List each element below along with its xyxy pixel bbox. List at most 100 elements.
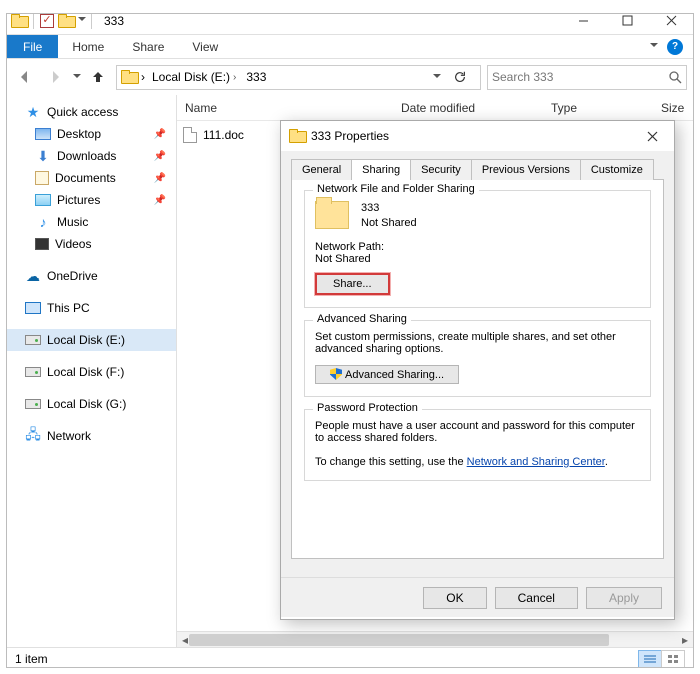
details-view-button[interactable] xyxy=(638,650,662,668)
star-icon: ★ xyxy=(25,104,41,120)
view-tab[interactable]: View xyxy=(178,35,232,58)
share-button[interactable]: Share... xyxy=(315,273,390,295)
tab-page-sharing: Network File and Folder Sharing 333 Not … xyxy=(291,179,664,559)
nav-drive-f[interactable]: Local Disk (F:) xyxy=(7,361,176,383)
address-right xyxy=(433,65,476,89)
refresh-button[interactable] xyxy=(448,65,472,89)
search-icon xyxy=(668,70,682,84)
share-state: Not Shared xyxy=(361,216,417,231)
cancel-button[interactable]: Cancel xyxy=(495,587,578,609)
address-bar[interactable]: › Local Disk (E:)› 333 xyxy=(116,65,481,90)
tab-customize[interactable]: Customize xyxy=(580,159,654,180)
nav-this-pc[interactable]: This PC xyxy=(7,297,176,319)
folder-icon xyxy=(58,14,74,28)
maximize-button[interactable] xyxy=(605,7,649,35)
chevron-down-icon[interactable] xyxy=(433,74,440,81)
file-tab[interactable]: File xyxy=(7,35,58,58)
dialog-title: 333 Properties xyxy=(311,129,389,143)
download-icon: ⬇ xyxy=(35,148,51,164)
breadcrumb-seg[interactable]: 333 xyxy=(243,70,269,84)
dialog-footer: OK Cancel Apply xyxy=(281,577,674,617)
folder-icon xyxy=(121,70,137,84)
drive-icon xyxy=(25,367,41,377)
chevron-down-icon[interactable] xyxy=(650,43,657,50)
window-controls xyxy=(561,7,693,35)
group-legend: Advanced Sharing xyxy=(313,313,411,325)
share-row: 333 Not Shared xyxy=(315,201,640,231)
tab-sharing[interactable]: Sharing xyxy=(351,159,411,180)
nav-desktop[interactable]: Desktop📌 xyxy=(7,123,176,145)
horizontal-scrollbar[interactable]: ◂ ▸ xyxy=(177,631,693,647)
address-row: › Local Disk (E:)› 333 Search 333 xyxy=(7,59,693,95)
network-sharing-center-link[interactable]: Network and Sharing Center xyxy=(467,456,605,468)
music-icon: ♪ xyxy=(35,214,51,230)
nav-downloads[interactable]: ⬇Downloads📌 xyxy=(7,145,176,167)
network-icon: 🖧 xyxy=(25,428,41,444)
drive-icon xyxy=(25,399,41,409)
share-tab[interactable]: Share xyxy=(118,35,178,58)
large-icons-view-button[interactable] xyxy=(661,650,685,668)
nav-videos[interactable]: Videos xyxy=(7,233,176,255)
nav-music[interactable]: ♪Music xyxy=(7,211,176,233)
minimize-button[interactable] xyxy=(561,7,605,35)
scroll-thumb[interactable] xyxy=(189,634,609,646)
desktop-icon xyxy=(35,128,51,140)
nav-documents[interactable]: Documents📌 xyxy=(7,167,176,189)
tab-previous-versions[interactable]: Previous Versions xyxy=(471,159,581,180)
advanced-sharing-button[interactable]: Advanced Sharing... xyxy=(315,365,459,384)
back-button[interactable] xyxy=(13,65,37,89)
view-toggle xyxy=(639,650,685,668)
network-path-value: Not Shared xyxy=(315,253,640,265)
dialog-titlebar[interactable]: 333 Properties xyxy=(281,121,674,151)
up-button[interactable] xyxy=(86,65,110,89)
nav-pane[interactable]: ★Quick access Desktop📌 ⬇Downloads📌 Docum… xyxy=(7,95,177,647)
dialog-close-button[interactable] xyxy=(638,124,666,148)
nav-drive-e[interactable]: Local Disk (E:) xyxy=(7,329,176,351)
apply-button[interactable]: Apply xyxy=(586,587,662,609)
picture-icon xyxy=(35,194,51,206)
nav-onedrive[interactable]: ☁OneDrive xyxy=(7,265,176,287)
group-password-protection: Password Protection People must have a u… xyxy=(304,409,651,481)
nav-network[interactable]: 🖧Network xyxy=(7,425,176,447)
nav-pictures[interactable]: Pictures📌 xyxy=(7,189,176,211)
nav-drive-g[interactable]: Local Disk (G:) xyxy=(7,393,176,415)
group-legend: Password Protection xyxy=(313,402,422,414)
ribbon-right: ? xyxy=(640,35,693,58)
close-button[interactable] xyxy=(649,7,693,35)
group-network-sharing: Network File and Folder Sharing 333 Not … xyxy=(304,190,651,308)
help-icon[interactable]: ? xyxy=(667,39,683,55)
properties-icon[interactable]: ✓ xyxy=(40,14,54,28)
scroll-right-icon[interactable]: ▸ xyxy=(677,632,693,648)
tab-security[interactable]: Security xyxy=(410,159,472,180)
ribbon: File Home Share View ? xyxy=(7,35,693,59)
status-count: 1 item xyxy=(15,652,48,666)
forward-button[interactable] xyxy=(43,65,67,89)
chevron-right-icon[interactable]: › xyxy=(141,70,145,84)
password-hint: To change this setting, use the Network … xyxy=(315,456,640,468)
breadcrumb-seg[interactable]: Local Disk (E:)› xyxy=(149,70,239,84)
col-date[interactable]: Date modified xyxy=(393,101,543,115)
ok-button[interactable]: OK xyxy=(423,587,486,609)
folder-icon xyxy=(11,14,27,28)
col-size[interactable]: Size xyxy=(653,101,693,115)
qat: ✓ xyxy=(7,13,98,29)
column-headers[interactable]: Name Date modified Type Size xyxy=(177,95,693,121)
pc-icon xyxy=(25,302,41,314)
pin-icon: 📌 xyxy=(154,151,166,162)
group-advanced-sharing: Advanced Sharing Set custom permissions,… xyxy=(304,320,651,397)
file-name: 111.doc xyxy=(203,128,244,142)
titlebar: ✓ 333 xyxy=(7,7,693,35)
qat-dropdown-icon[interactable] xyxy=(78,17,85,24)
group-legend: Network File and Folder Sharing xyxy=(313,183,479,195)
file-icon xyxy=(183,127,197,143)
col-type[interactable]: Type xyxy=(543,101,653,115)
search-input[interactable]: Search 333 xyxy=(487,65,687,90)
chevron-right-icon[interactable]: › xyxy=(233,72,236,83)
col-name[interactable]: Name xyxy=(177,101,393,115)
recent-dropdown-icon[interactable] xyxy=(73,74,80,81)
home-tab[interactable]: Home xyxy=(58,35,118,58)
dialog-body: General Sharing Security Previous Versio… xyxy=(281,151,674,577)
nav-quick-access[interactable]: ★Quick access xyxy=(7,101,176,123)
cloud-icon: ☁ xyxy=(25,268,41,284)
tab-general[interactable]: General xyxy=(291,159,352,180)
